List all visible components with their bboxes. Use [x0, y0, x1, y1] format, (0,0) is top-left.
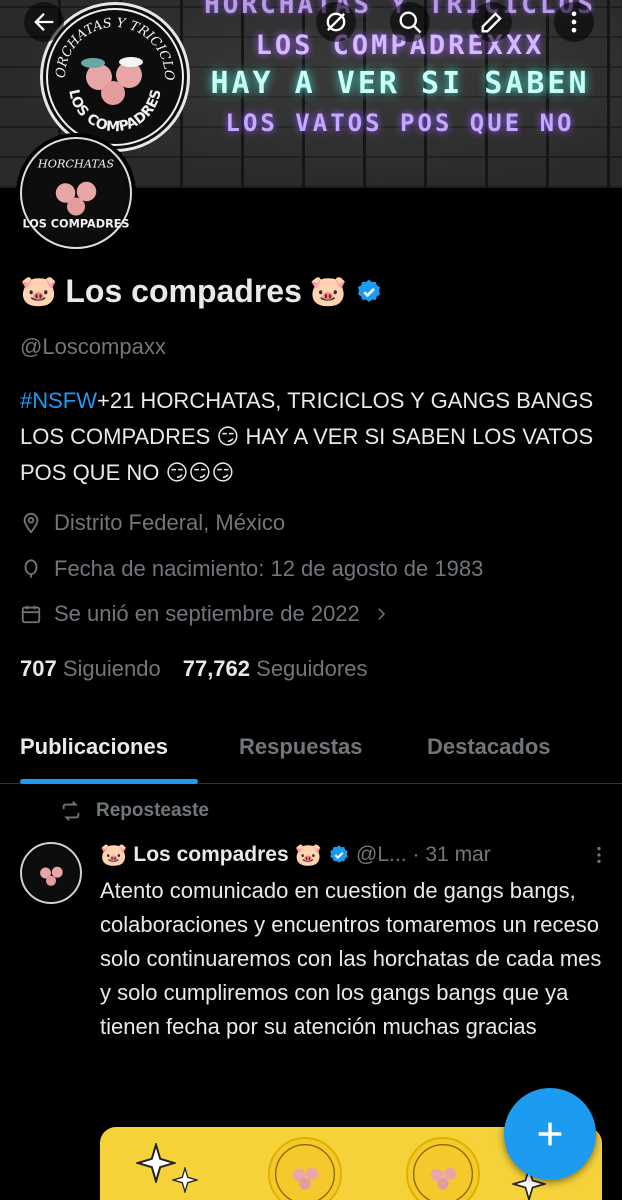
tab-destacados[interactable]: Destacados — [427, 734, 551, 760]
calendar-icon — [21, 605, 41, 624]
banner-neon-line-4: LOS VATOS POS QUE NO — [225, 109, 575, 137]
edit-icon — [481, 12, 502, 33]
followers-count: 77,762 — [182, 656, 251, 681]
repost-icon — [62, 801, 80, 821]
joined-text: Se unió en septiembre de 2022 — [54, 601, 360, 626]
post-author-handle[interactable]: @L... — [356, 843, 407, 867]
sparkle-icon — [172, 1167, 198, 1193]
more-icon — [571, 11, 577, 33]
followers-label: Seguidores — [256, 656, 368, 681]
followers-link[interactable]: 77,762 Seguidores — [183, 656, 368, 682]
profile-avatar[interactable]: HORCHATAS LOS COMPADRES — [16, 133, 136, 253]
following-link[interactable]: 707 Siguiendo — [20, 656, 161, 682]
post-text: Atento comunicado en cuestion de gangs b… — [100, 878, 602, 1039]
tab-publicaciones[interactable]: Publicaciones — [20, 734, 168, 760]
chevron-right-icon — [378, 608, 385, 620]
follow-stats: 707 Siguiendo 77,762 Seguidores — [20, 656, 367, 682]
location-pin-icon — [23, 512, 39, 534]
media-logo-left — [268, 1137, 342, 1200]
pig-icon: 🐷 — [20, 274, 58, 308]
bio-text: +21 HORCHATAS, TRICICLOS Y GANGS BANGS L… — [20, 388, 594, 485]
sparkle-icon — [136, 1143, 176, 1183]
post-avatar-image — [24, 846, 78, 900]
profile-location: Distrito Federal, México — [20, 510, 285, 536]
birthdate-text: Fecha de nacimiento: 12 de agosto de 198… — [54, 556, 484, 581]
verified-badge-icon — [330, 845, 348, 863]
profile-name-row: 🐷 Los compadres 🐷 — [20, 273, 383, 310]
search-icon — [399, 11, 422, 34]
following-label: Siguiendo — [62, 656, 161, 681]
balloon-icon — [24, 559, 38, 578]
profile-bio: #NSFW+21 HORCHATAS, TRICICLOS Y GANGS BA… — [20, 383, 610, 491]
svg-text:HORCHATAS: HORCHATAS — [37, 158, 114, 171]
active-tab-indicator — [20, 779, 198, 784]
mute-icon — [326, 12, 346, 32]
svg-text:LOS COMPADRES: LOS COMPADRES — [22, 218, 129, 231]
post-more-icon[interactable] — [588, 844, 610, 866]
back-button[interactable] — [24, 2, 64, 42]
profile-tabs: Publicaciones Respuestas Destacados — [0, 722, 622, 784]
compose-post-button[interactable] — [504, 1088, 596, 1180]
pig-icon: 🐷 — [294, 842, 323, 867]
tab-respuestas[interactable]: Respuestas — [239, 734, 363, 760]
pig-icon: 🐷 — [100, 842, 128, 867]
banner-neon-line-3: HAY A VER SI SABEN — [210, 66, 590, 101]
profile-birthdate: Fecha de nacimiento: 12 de agosto de 198… — [20, 556, 483, 582]
search-button[interactable] — [390, 2, 430, 42]
post-header: 🐷 Los compadres 🐷 @L... · 31 mar — [100, 843, 610, 867]
profile-handle: @Loscompaxx — [20, 334, 166, 359]
verified-badge-icon[interactable] — [355, 278, 383, 306]
repost-label: Reposteaste — [96, 800, 209, 821]
profile-joined[interactable]: Se unió en septiembre de 2022 — [20, 601, 390, 627]
post-author-name[interactable]: Los compadres — [133, 843, 288, 867]
pig-icon: 🐷 — [309, 274, 348, 308]
profile-display-name: Los compadres — [65, 273, 302, 309]
post-date[interactable]: · 31 mar — [413, 843, 491, 867]
location-text: Distrito Federal, México — [54, 510, 286, 535]
post-author-avatar[interactable] — [20, 842, 82, 904]
plus-icon — [538, 1122, 562, 1146]
avatar-image: HORCHATAS LOS COMPADRES — [20, 137, 132, 249]
back-icon — [34, 13, 54, 31]
repost-indicator: Reposteaste — [60, 800, 209, 822]
mute-button[interactable] — [316, 2, 356, 42]
following-count: 707 — [20, 656, 57, 681]
edit-button[interactable] — [472, 2, 512, 42]
media-logo-right — [406, 1137, 480, 1200]
bio-hashtag-link[interactable]: #NSFW — [20, 388, 97, 413]
more-button[interactable] — [554, 2, 594, 42]
